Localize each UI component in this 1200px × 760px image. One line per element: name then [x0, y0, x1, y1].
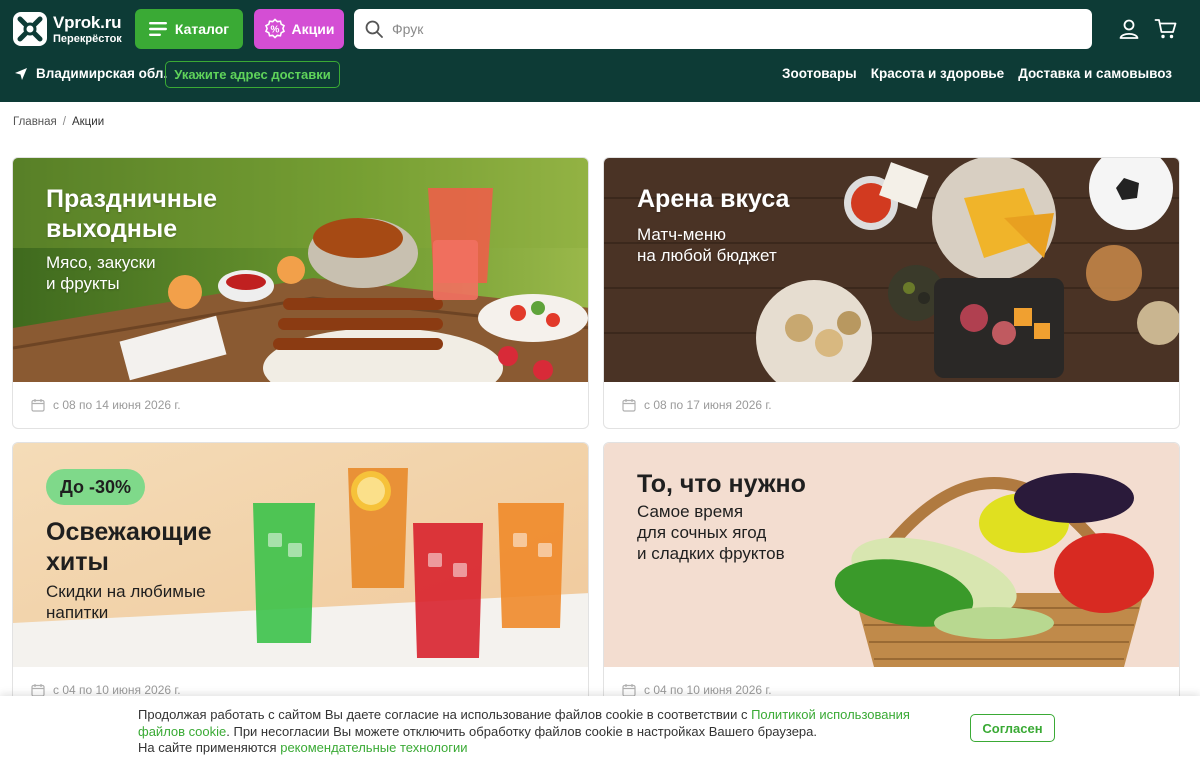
- user-icon[interactable]: [1117, 17, 1141, 41]
- cookie-accept-button[interactable]: Согласен: [970, 714, 1055, 742]
- search-bar: [354, 9, 1092, 49]
- logo-name: Vprok.ru: [53, 12, 122, 32]
- promo-dates-text: с 04 по 10 июня 2026 г.: [644, 683, 772, 697]
- catalog-label: Каталог: [174, 21, 230, 37]
- logo[interactable]: Vprok.ru Перекрёсток: [12, 11, 132, 47]
- percent-icon: %: [264, 18, 285, 39]
- promo-dates-text: с 08 по 14 июня 2026 г.: [53, 398, 181, 412]
- cookie-message: Продолжая работать с сайтом Вы даете сог…: [138, 707, 958, 757]
- region-label: Владимирская обл.: [36, 66, 168, 81]
- cookie-text-1: Продолжая работать с сайтом Вы даете сог…: [138, 707, 752, 722]
- catalog-button[interactable]: Каталог: [135, 9, 243, 49]
- breadcrumb-home[interactable]: Главная: [13, 116, 57, 128]
- promo-card-just-what-you-need[interactable]: То, что нужно Самое время для сочных ягод…: [603, 442, 1180, 714]
- cart-icon[interactable]: [1154, 17, 1178, 41]
- site-header: Vprok.ru Перекрёсток Каталог % Акции Фру…: [0, 0, 1200, 102]
- promo-banner: До -30% Освежающие хиты Скидки на любимые…: [13, 443, 588, 667]
- link-pet-goods[interactable]: Зоотовары: [782, 66, 857, 81]
- breadcrumb-separator: /: [62, 116, 66, 128]
- menu-icon: [148, 22, 167, 36]
- search-icon[interactable]: [364, 19, 384, 39]
- promo-subtitle: Матч-меню на любой бюджет: [637, 225, 777, 265]
- promo-dates: с 08 по 17 июня 2026 г.: [604, 382, 1179, 428]
- promo-banner: Арена вкуса Матч-меню на любой бюджет: [604, 158, 1179, 382]
- promo-subtitle: Скидки на любимые напитки: [46, 582, 206, 622]
- promo-title: Освежающие хиты: [46, 518, 212, 576]
- link-beauty-health[interactable]: Красота и здоровье: [871, 66, 1004, 81]
- promo-label: Акции: [291, 21, 335, 37]
- logo-icon: [13, 12, 47, 46]
- header-links: Зоотовары Красота и здоровье Доставка и …: [782, 66, 1172, 81]
- promo-subtitle: Мясо, закуски и фрукты: [46, 253, 156, 293]
- recommendation-tech-link[interactable]: рекомендательные технологии: [280, 740, 467, 755]
- search-input[interactable]: [392, 21, 1072, 37]
- promo-subtitle: Самое время для сочных ягод и сладких фрук…: [637, 502, 785, 563]
- promo-title: То, что нужно: [637, 470, 806, 498]
- promo-card-taste-arena[interactable]: Арена вкуса Матч-меню на любой бюджет с 0…: [603, 157, 1180, 429]
- svg-text:%: %: [270, 25, 279, 36]
- breadcrumb: Главная / Акции: [13, 116, 104, 128]
- promo-banner: То, что нужно Самое время для сочных ягод…: [604, 443, 1179, 667]
- promo-title: Праздничные выходные: [46, 185, 218, 243]
- promo-card-refreshing-hits[interactable]: До -30% Освежающие хиты Скидки на любимые…: [12, 442, 589, 714]
- delivery-address-button[interactable]: Укажите адрес доставки: [165, 61, 340, 88]
- promo-card-holiday-weekend[interactable]: Праздничные выходные Мясо, закуски и фрукт…: [12, 157, 589, 429]
- cookie-banner: Продолжая работать с сайтом Вы даете сог…: [0, 696, 1200, 760]
- calendar-icon: [622, 684, 636, 697]
- logo-subtitle: Перекрёсток: [53, 32, 122, 45]
- link-delivery-pickup[interactable]: Доставка и самовывоз: [1018, 66, 1172, 81]
- region-selector[interactable]: Владимирская обл.: [14, 66, 167, 81]
- cookie-policy-link-cont[interactable]: файлов cookie: [138, 724, 226, 739]
- location-arrow-icon: [15, 67, 27, 80]
- cookie-text-3: На сайте применяются: [138, 740, 281, 755]
- cookie-text-2: . При несогласии Вы можете отключить обр…: [226, 723, 817, 739]
- promo-dates: с 08 по 14 июня 2026 г.: [13, 382, 588, 428]
- promo-button[interactable]: % Акции: [254, 9, 344, 49]
- promo-dates-text: с 08 по 17 июня 2026 г.: [644, 398, 772, 412]
- promo-dates-text: с 04 по 10 июня 2026 г.: [53, 683, 181, 697]
- calendar-icon: [31, 684, 45, 697]
- promo-banner: Праздничные выходные Мясо, закуски и фрукт…: [13, 158, 588, 382]
- calendar-icon: [31, 399, 45, 412]
- calendar-icon: [622, 399, 636, 412]
- discount-badge: До -30%: [46, 469, 146, 505]
- breadcrumb-current: Акции: [71, 116, 105, 128]
- promo-title: Арена вкуса: [637, 185, 790, 213]
- cookie-policy-link[interactable]: Политикой использования: [751, 707, 910, 722]
